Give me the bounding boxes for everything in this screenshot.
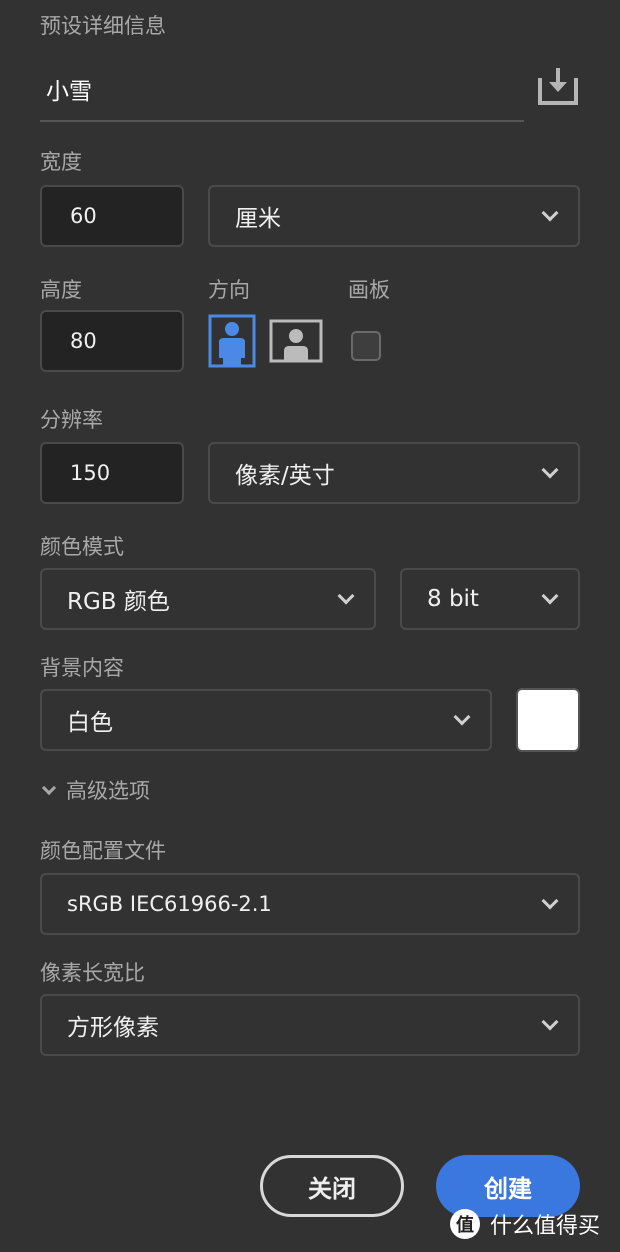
save-preset-icon[interactable] xyxy=(537,68,579,106)
chevron-down-icon xyxy=(541,461,559,479)
color-mode-value: RGB 颜色 xyxy=(67,589,170,615)
preset-name-underline xyxy=(40,120,524,122)
resolution-input[interactable]: 150 xyxy=(40,442,184,504)
advanced-options-label: 高级选项 xyxy=(66,779,150,803)
chevron-down-icon xyxy=(337,587,355,605)
chevron-down-icon xyxy=(541,1013,559,1031)
height-input[interactable]: 80 xyxy=(40,310,184,372)
width-unit-select[interactable]: 厘米 xyxy=(208,185,580,247)
resolution-unit-select[interactable]: 像素/英寸 xyxy=(208,442,580,504)
bit-depth-select[interactable]: 8 bit xyxy=(400,568,580,630)
pixel-aspect-value: 方形像素 xyxy=(67,1015,159,1041)
portrait-orientation-button[interactable] xyxy=(208,314,256,372)
artboard-checkbox[interactable] xyxy=(351,331,381,361)
preset-name-input[interactable]: 小雪 xyxy=(46,72,92,106)
chevron-down-icon xyxy=(453,708,471,726)
watermark-text: 什么值得买 xyxy=(490,1214,601,1239)
background-value: 白色 xyxy=(67,710,113,736)
pixel-aspect-select[interactable]: 方形像素 xyxy=(40,994,580,1056)
background-select[interactable]: 白色 xyxy=(40,689,492,751)
resolution-label: 分辨率 xyxy=(40,408,103,432)
chevron-down-icon xyxy=(541,892,559,910)
width-label: 宽度 xyxy=(40,150,82,174)
watermark: 值 什么值得买 xyxy=(450,1208,600,1240)
color-profile-value: sRGB IEC61966-2.1 xyxy=(67,892,272,916)
artboard-label: 画板 xyxy=(348,278,390,302)
chevron-down-icon xyxy=(541,204,559,222)
color-profile-select[interactable]: sRGB IEC61966-2.1 xyxy=(40,873,580,935)
close-button[interactable]: 关闭 xyxy=(260,1155,404,1217)
chevron-down-icon xyxy=(541,587,559,605)
advanced-options-toggle[interactable]: 高级选项 xyxy=(40,775,150,805)
height-label: 高度 xyxy=(40,278,82,302)
watermark-logo: 值 xyxy=(450,1209,480,1239)
color-mode-select[interactable]: RGB 颜色 xyxy=(40,568,376,630)
chevron-down-icon xyxy=(41,780,57,796)
color-profile-label: 颜色配置文件 xyxy=(40,839,166,863)
resolution-unit-value: 像素/英寸 xyxy=(235,463,335,489)
orientation-label: 方向 xyxy=(208,278,250,302)
background-color-swatch[interactable] xyxy=(516,688,580,752)
bit-depth-value: 8 bit xyxy=(427,586,479,612)
color-mode-label: 颜色模式 xyxy=(40,535,124,559)
section-title: 预设详细信息 xyxy=(40,14,166,38)
width-input[interactable]: 60 xyxy=(40,185,184,247)
landscape-orientation-button[interactable] xyxy=(269,319,323,367)
width-unit-value: 厘米 xyxy=(235,206,281,232)
background-label: 背景内容 xyxy=(40,656,124,680)
pixel-aspect-label: 像素长宽比 xyxy=(40,961,145,985)
